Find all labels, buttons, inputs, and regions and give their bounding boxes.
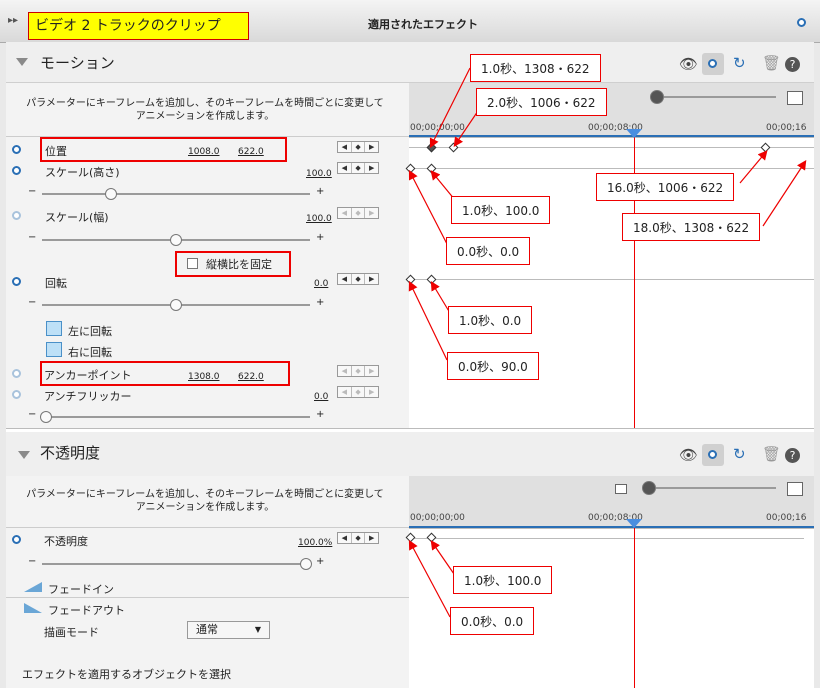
annotation-note: 1.0秒、100.0 <box>451 196 551 224</box>
annotation-note: 0.0秒、0.0 <box>446 237 531 265</box>
annotation-note: 18.0秒、1308・622 <box>622 213 761 241</box>
annotation-note: 0.0秒、90.0 <box>447 352 539 380</box>
annotation-note: 16.0秒、1006・622 <box>596 173 735 201</box>
annotation-note: 1.0秒、100.0 <box>453 566 553 594</box>
annotation-note: 1.0秒、0.0 <box>448 306 533 334</box>
annotation-note: 2.0秒、1006・622 <box>476 88 607 116</box>
annotation-note: 0.0秒、0.0 <box>450 607 535 635</box>
annotation-arrows <box>408 67 807 618</box>
annotation-note: 1.0秒、1308・622 <box>470 54 601 82</box>
